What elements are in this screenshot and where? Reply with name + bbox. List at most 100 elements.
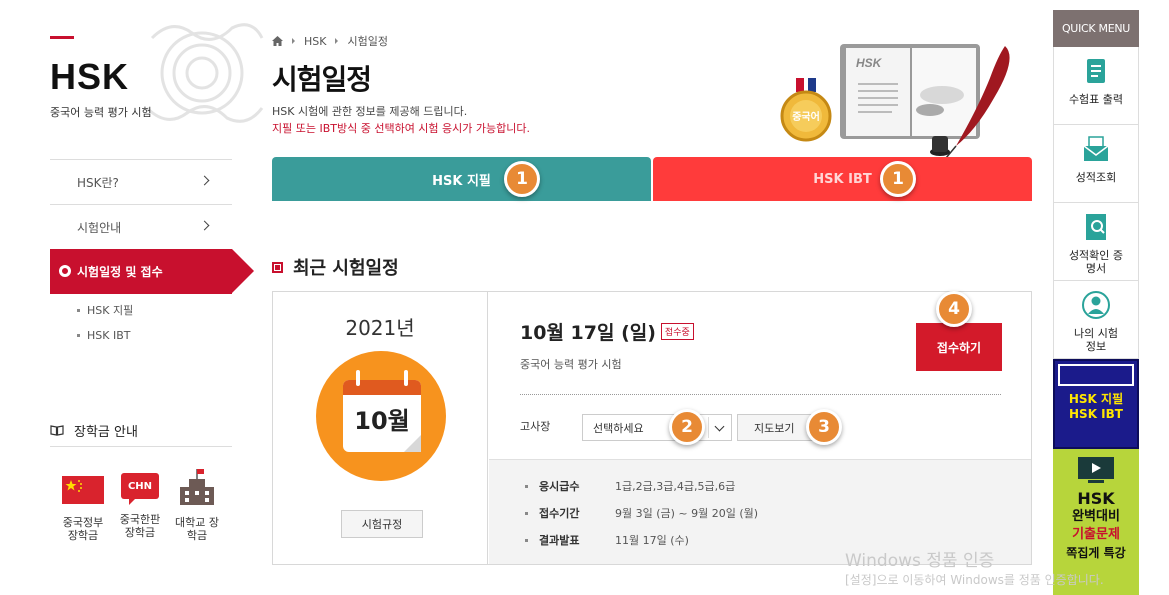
info-row-levels: 응시급수 1급,2급,3급,4급,5급,6급	[525, 478, 735, 494]
quick-menu-title: QUICK MENU	[1053, 10, 1139, 47]
breadcrumb-item[interactable]: 시험일정	[347, 33, 387, 49]
calendar-icon: 10월	[316, 351, 446, 481]
book-illustration: HSK	[840, 44, 980, 139]
step-badge: 4	[936, 291, 972, 327]
quick-menu-score-check[interactable]: 성적조회	[1053, 125, 1139, 203]
section-title-text: 최근 시험일정	[293, 258, 399, 279]
info-value: 11월 17일 (수)	[615, 534, 689, 547]
quick-menu-ticket-print[interactable]: 수험표 출력	[1053, 47, 1139, 125]
breadcrumb-separator-icon	[292, 38, 295, 44]
info-key: 응시급수	[539, 480, 580, 493]
logo-accent-bar	[50, 36, 74, 39]
left-nav: HSK란? 시험안내 시험일정 및 접수 HSK 지필 HSK IBT	[50, 159, 254, 352]
scholarship-header: 장학금 안내	[50, 415, 232, 447]
site-logo[interactable]: HSK 중국어 능력 평가 시험	[50, 23, 264, 126]
breadcrumb-separator-icon	[335, 38, 339, 44]
calendar-month: 10월	[354, 407, 410, 435]
chevron-right-icon	[199, 175, 210, 186]
page-notice-text: 지필 또는 IBT방식 중 선택하여 시험 응시가 가능합니다.	[272, 122, 531, 135]
logo-subtitle: 중국어 능력 평가 시험	[50, 106, 152, 119]
exam-card-detail-panel: 10월 17일 (일) 접수중 중국어 능력 평가 시험 접수하기 4 고사장 …	[489, 291, 1031, 564]
nav-item-about-hsk[interactable]: HSK란?	[50, 159, 232, 204]
home-icon[interactable]	[272, 36, 283, 46]
document-search-icon	[1086, 214, 1106, 240]
windows-activation-hint: [설정]으로 이동하여 Windows를 정품 인증합니다.	[845, 573, 1104, 587]
breadcrumb-item[interactable]: HSK	[304, 35, 326, 48]
tab-label: HSK 지필	[432, 173, 491, 189]
quick-menu-label: 나의 시험정보	[1074, 327, 1118, 353]
china-flag-icon	[62, 476, 104, 504]
book-icon	[50, 425, 64, 436]
divider	[520, 394, 1001, 395]
quick-menu-my-exam-info[interactable]: 나의 시험정보	[1053, 281, 1139, 359]
banner-hsk-paper-ibt[interactable]: HSK 지필 HSK IBT	[1053, 359, 1139, 449]
info-key: 접수기간	[539, 507, 580, 520]
exam-card-calendar-panel: 2021년 10월 시험규정	[273, 292, 488, 564]
tab-label: HSK IBT	[813, 171, 872, 187]
scholarship-section: 장학금 안내 중국정부 장학금 CHN 중국한판 장학금 대학교 장학금	[50, 415, 232, 542]
subnav-hsk-ibt[interactable]: HSK IBT	[77, 327, 232, 352]
quick-menu: QUICK MENU 수험표 출력 성적조회 성적확인 증명서 나의 시험정보	[1053, 10, 1139, 595]
banner-line: HSK IBT	[1069, 407, 1123, 421]
scholarship-hanban[interactable]: CHN 중국한판 장학금	[115, 467, 165, 542]
university-building-icon	[180, 469, 214, 505]
scroll-icon	[1087, 59, 1105, 83]
page-title: 시험일정	[272, 63, 372, 96]
banner-line: HSK 지필	[1068, 392, 1124, 406]
windows-activation-watermark: Windows 정품 인증	[845, 551, 995, 571]
info-row-apply-period: 접수기간 9월 3일 (금) ~ 9월 20일 (월)	[525, 505, 758, 521]
exam-year: 2021년	[345, 316, 415, 340]
info-value: 1급,2급,3급,4급,5급,6급	[615, 480, 736, 493]
venue-select[interactable]: 선택하세요	[582, 414, 732, 441]
step-badge: 1	[504, 161, 540, 197]
chn-speech-bubble-icon: CHN	[121, 467, 159, 507]
hero-illustration: HSK 중국어	[780, 44, 1010, 159]
cloud-pattern-icon	[145, 23, 264, 123]
envelope-icon	[1083, 136, 1109, 161]
nav-item-label: 시험일정 및 접수	[77, 265, 163, 279]
scholarship-label: 중국정부 장학금	[62, 516, 104, 542]
step-badge: 2	[669, 409, 705, 445]
apply-button[interactable]: 접수하기	[916, 323, 1002, 371]
user-icon	[1082, 291, 1110, 319]
nav-item-schedule-apply[interactable]: 시험일정 및 접수	[50, 249, 254, 294]
view-map-label: 지도보기	[754, 421, 795, 435]
square-bullet-icon	[272, 261, 283, 273]
nav-item-exam-guide[interactable]: 시험안내	[50, 204, 232, 249]
nav-subitems: HSK 지필 HSK IBT	[50, 294, 232, 352]
scholarship-label: 중국한판 장학금	[119, 513, 161, 539]
banner-line: 기출문제	[1072, 527, 1120, 542]
scholarship-university[interactable]: 대학교 장학금	[172, 467, 222, 542]
status-badge: 접수중	[660, 323, 694, 340]
page-description-text: HSK 시험에 관한 정보를 제공해 드립니다.	[272, 105, 468, 118]
scholarship-title: 장학금 안내	[74, 425, 138, 440]
page-description: HSK 시험에 관한 정보를 제공해 드립니다. 지필 또는 IBT방식 중 선…	[272, 103, 530, 137]
scholarship-label: 대학교 장학금	[175, 516, 219, 542]
tab-hsk-paper[interactable]: HSK 지필 1	[272, 157, 651, 201]
chevron-right-icon	[199, 220, 210, 231]
step-badge: 1	[880, 161, 916, 197]
exam-type-tabs: HSK 지필 1 HSK IBT 1	[272, 157, 1032, 201]
nav-item-label: 시험안내	[77, 220, 122, 235]
subnav-hsk-paper[interactable]: HSK 지필	[77, 302, 232, 327]
info-key: 결과발표	[539, 534, 580, 547]
step-badge: 3	[806, 409, 842, 445]
exam-name: 중국어 능력 평가 시험	[520, 358, 622, 371]
tab-hsk-ibt[interactable]: HSK IBT 1	[653, 157, 1032, 201]
video-play-icon	[1078, 457, 1114, 483]
info-row-result-date: 결과발표 11월 17일 (수)	[525, 532, 689, 548]
section-title: 최근 시험일정	[272, 254, 399, 280]
quick-menu-score-certificate[interactable]: 성적확인 증명서	[1053, 203, 1139, 281]
info-value: 9월 3일 (금) ~ 9월 20일 (월)	[615, 507, 759, 520]
quick-menu-label: 성적확인 증명서	[1068, 249, 1124, 275]
logo-text: HSK	[50, 56, 130, 97]
ring-bullet-icon	[59, 265, 71, 277]
hero-book-text: HSK	[856, 56, 883, 70]
nav-item-label: HSK란?	[77, 175, 119, 190]
banner-line: 쪽집게 특강	[1066, 546, 1126, 560]
quick-menu-label: 수험표 출력	[1068, 93, 1124, 106]
chn-badge-text: CHN	[121, 473, 159, 499]
view-map-button[interactable]: 지도보기	[737, 414, 815, 441]
exam-rules-button[interactable]: 시험규정	[341, 510, 423, 538]
scholarship-china-government[interactable]: 중국정부 장학금	[58, 467, 108, 542]
